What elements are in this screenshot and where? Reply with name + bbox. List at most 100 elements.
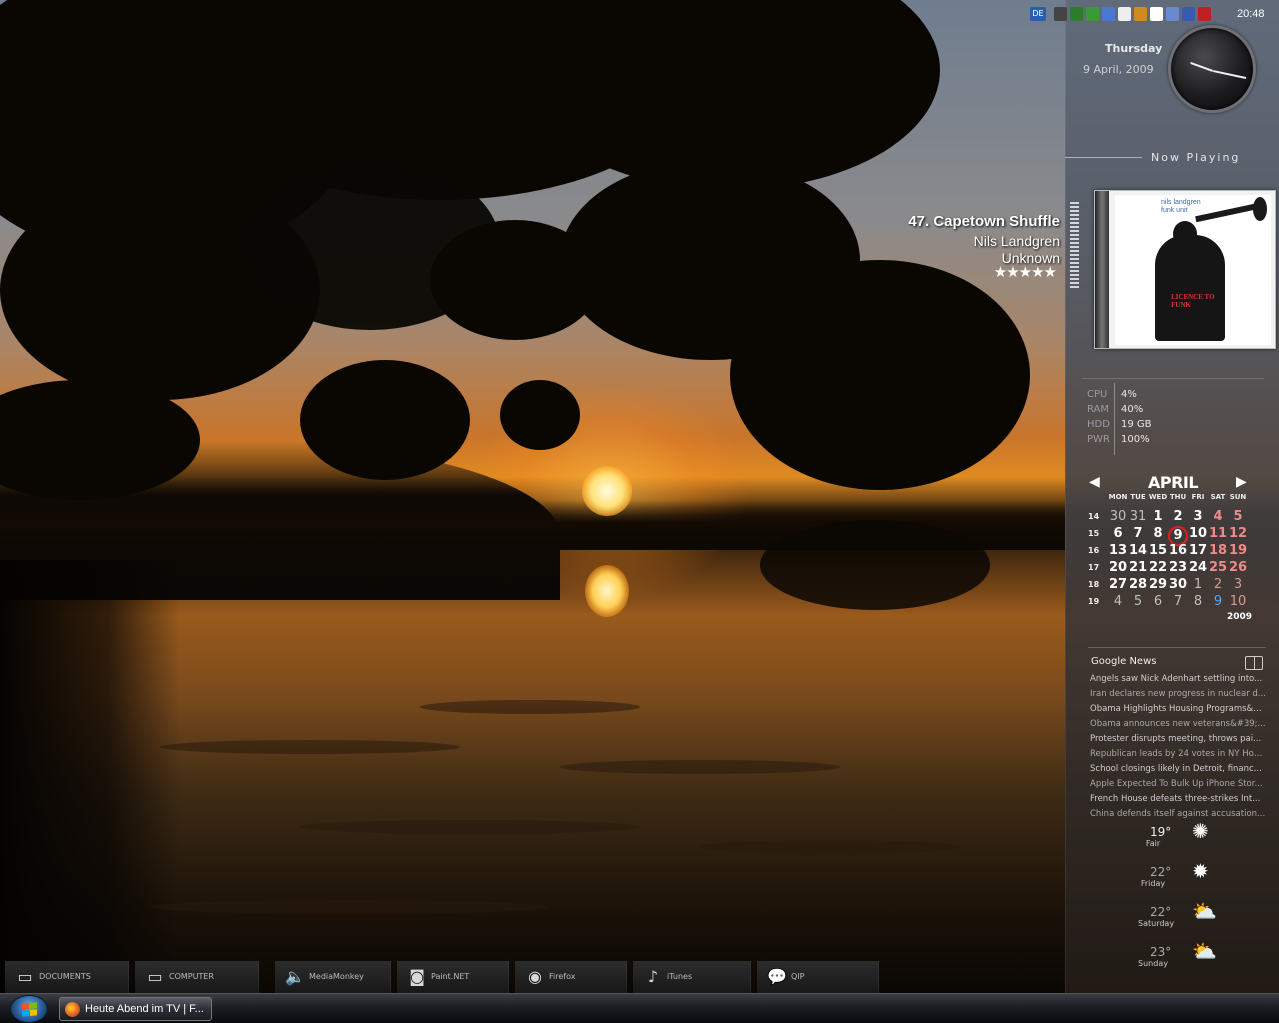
dock-item-firefox[interactable]: ◉ Firefox [515, 961, 627, 993]
calendar-header: SAT [1210, 493, 1226, 501]
calendar-day[interactable]: 17 [1188, 543, 1208, 558]
calendar-week-number: 14 [1088, 512, 1100, 521]
calendar-day[interactable]: 6 [1148, 594, 1168, 609]
calendar-day[interactable]: 12 [1228, 526, 1248, 541]
dock-item-itunes[interactable]: ♪ iTunes [633, 961, 751, 993]
calendar-day[interactable]: 2 [1168, 509, 1188, 524]
dock-item-paint-net[interactable]: ◙ Paint.NET [397, 961, 509, 993]
news-item[interactable]: Republican leads by 24 votes in NY Hou..… [1090, 749, 1266, 759]
partly-cloudy-icon: ⛅ [1192, 899, 1217, 923]
news-item[interactable]: Angels saw Nick Adenhart settling into..… [1090, 674, 1266, 684]
taskbar-item-firefox[interactable]: Heute Abend im TV | F... [59, 997, 212, 1021]
weather-label: Fair [1145, 839, 1161, 848]
calendar-day[interactable]: 28 [1128, 577, 1148, 592]
taskbar: Heute Abend im TV | F... [0, 993, 1279, 1023]
calendar-day[interactable]: 10 [1188, 526, 1208, 541]
windows-logo-icon [22, 1002, 37, 1017]
calendar-day[interactable]: 4 [1208, 509, 1228, 524]
calendar-day[interactable]: 6 [1108, 526, 1128, 541]
calendar-day[interactable]: 1 [1148, 509, 1168, 524]
calendar-day[interactable]: 14 [1128, 543, 1148, 558]
calendar-week-number: 16 [1088, 546, 1100, 555]
calendar-day[interactable]: 18 [1208, 543, 1228, 558]
dock-item-documents[interactable]: ▭ DOCUMENTS [5, 961, 129, 993]
news-item[interactable]: China defends itself against accusation.… [1090, 809, 1266, 819]
dock-item-mediamonkey[interactable]: 🔈 MediaMonkey [275, 961, 391, 993]
arrow-icon[interactable] [1054, 7, 1067, 21]
book-icon[interactable] [1245, 656, 1263, 670]
volume-meter[interactable] [1070, 202, 1079, 290]
calendar-day[interactable]: 7 [1128, 526, 1148, 541]
track-rating[interactable]: ★★★★★ [880, 263, 1057, 281]
album-cover[interactable]: nils landgren funk unit LICENCE TO FUNK [1094, 190, 1276, 349]
weather-label: Sunday [1138, 959, 1168, 968]
calendar-day[interactable]: 19 [1228, 543, 1248, 558]
calendar-day[interactable]: 29 [1148, 577, 1168, 592]
computer-icon: ▭ [147, 967, 163, 986]
news-item[interactable]: Iran declares new progress in nuclear d.… [1090, 689, 1266, 699]
dock-item-computer[interactable]: ▭ COMPUTER [135, 961, 259, 993]
calendar-day[interactable]: 30 [1108, 509, 1128, 524]
calendar-day[interactable]: 24 [1188, 560, 1208, 575]
calendar-day[interactable]: 8 [1148, 526, 1168, 541]
calendar-day[interactable]: 10 [1228, 594, 1248, 609]
camera-icon: ◙ [409, 967, 425, 986]
dock-item-label: DOCUMENTS [39, 972, 91, 981]
language-indicator[interactable]: DE [1030, 7, 1046, 21]
calendar-day[interactable]: 2 [1208, 577, 1228, 592]
water-ripple [150, 900, 550, 914]
calendar-day[interactable]: 3 [1228, 577, 1248, 592]
calendar-week-number: 19 [1088, 597, 1100, 606]
calendar-next-button[interactable]: ▶ [1236, 474, 1247, 490]
dock-item-label: Firefox [549, 972, 576, 981]
calendar-day[interactable]: 15 [1148, 543, 1168, 558]
clock-time[interactable]: 20:48 [1237, 8, 1265, 20]
skype-icon[interactable] [1118, 7, 1131, 21]
network-icon[interactable] [1070, 7, 1083, 21]
speaker-icon: 🔈 [285, 967, 305, 986]
calendar-day[interactable]: 21 [1128, 560, 1148, 575]
calendar-day[interactable]: 1 [1188, 577, 1208, 592]
tools-icon[interactable] [1150, 7, 1163, 21]
calendar-day[interactable]: 7 [1168, 594, 1188, 609]
calendar-day[interactable]: 13 [1108, 543, 1128, 558]
calendar-day[interactable]: 9 [1208, 594, 1228, 609]
calendar-day[interactable]: 16 [1168, 543, 1188, 558]
news-item[interactable]: French House defeats three-strikes Int..… [1090, 794, 1266, 804]
now-playing-divider [1065, 157, 1142, 158]
calendar-day[interactable]: 30 [1168, 577, 1188, 592]
firefox-icon: ◉ [528, 967, 542, 986]
calendar-day[interactable]: 20 [1108, 560, 1128, 575]
calendar-day[interactable]: 27 [1108, 577, 1128, 592]
nine-icon[interactable] [1134, 7, 1147, 21]
dock-item-qip[interactable]: 💬 QIP [757, 961, 879, 993]
security-icon[interactable] [1198, 7, 1211, 21]
news-item[interactable]: School closings likely in Detroit, finan… [1090, 764, 1266, 774]
calendar-day[interactable]: 5 [1228, 509, 1248, 524]
water-ripple [700, 840, 960, 854]
calendar-day[interactable]: 8 [1188, 594, 1208, 609]
info-icon[interactable] [1102, 7, 1115, 21]
calendar-day[interactable]: 11 [1208, 526, 1228, 541]
cover-subtitle: LICENCE TO FUNK [1171, 293, 1215, 309]
clock-gadget[interactable] [1168, 25, 1256, 113]
calendar-prev-button[interactable]: ◀ [1089, 474, 1100, 490]
calendar-day[interactable]: 5 [1128, 594, 1148, 609]
start-button[interactable] [10, 995, 48, 1023]
calendar-day[interactable]: 23 [1168, 560, 1188, 575]
icq-icon[interactable] [1086, 7, 1099, 21]
calendar-day[interactable]: 4 [1108, 594, 1128, 609]
weather-temp: 19° [1150, 825, 1172, 839]
news-item[interactable]: Obama Highlights Housing Programs&#... [1090, 704, 1266, 714]
stat-cpu: CPU 4% [1087, 389, 1137, 400]
monitor-icon[interactable] [1182, 7, 1195, 21]
news-item[interactable]: Apple Expected To Bulk Up iPhone Stor... [1090, 779, 1266, 789]
calendar-day[interactable]: 25 [1208, 560, 1228, 575]
calendar-day[interactable]: 3 [1188, 509, 1208, 524]
calendar-day[interactable]: 26 [1228, 560, 1248, 575]
speaker-icon[interactable] [1166, 7, 1179, 21]
calendar-day[interactable]: 22 [1148, 560, 1168, 575]
calendar-day[interactable]: 31 [1128, 509, 1148, 524]
news-item[interactable]: Obama announces new veterans&#39;... [1090, 719, 1266, 729]
news-item[interactable]: Protester disrupts meeting, throws pai..… [1090, 734, 1266, 744]
